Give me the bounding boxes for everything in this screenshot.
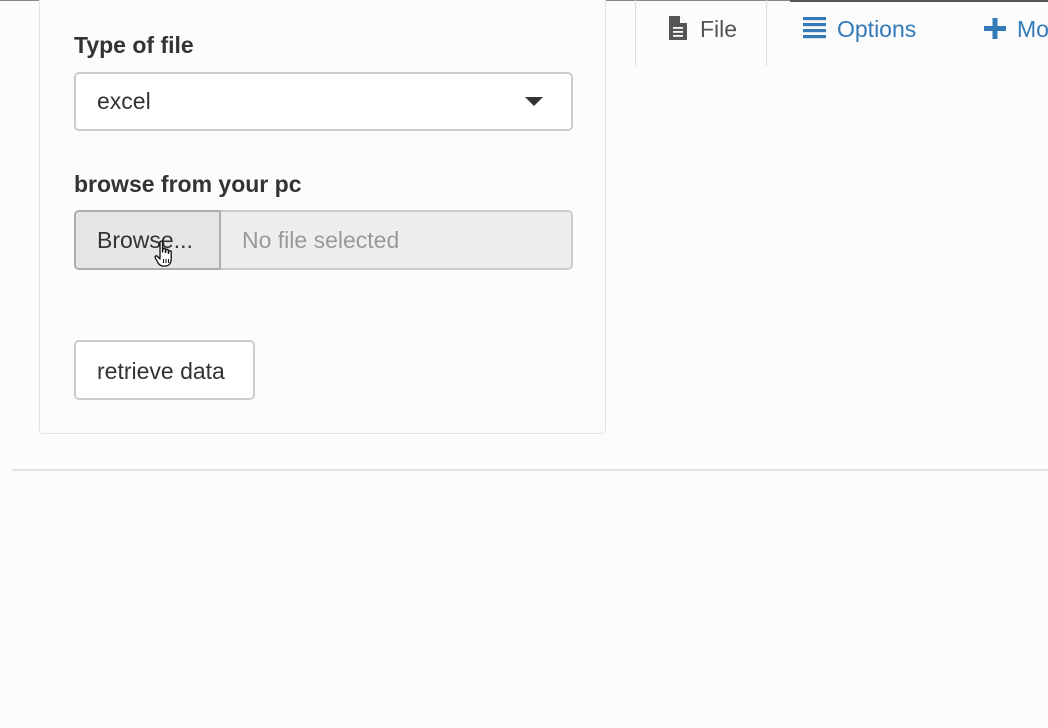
section-divider [12,469,1048,471]
tab-bar: File Options Mo [635,0,1048,66]
file-type-selected-value: excel [97,88,151,114]
plus-icon [984,18,1006,39]
tab-file-label: File [700,16,738,42]
tab-more-label: Mo [1017,16,1048,42]
file-icon [669,16,687,40]
browse-button[interactable]: Browse... [74,210,221,270]
tab-more[interactable]: Mo [967,0,1048,60]
tab-options-label: Options [837,16,917,42]
file-type-label: Type of file [74,32,194,58]
tab-options[interactable]: Options [767,0,967,60]
file-type-select[interactable]: excel [74,72,573,131]
upload-label: browse from your pc [74,171,302,197]
file-upload-group: Browse... No file selected [74,210,573,270]
retrieve-data-button[interactable]: retrieve data [74,340,255,400]
selected-file-placeholder: No file selected [242,227,400,253]
hand-pointer-cursor-icon [154,240,172,267]
caret-down-icon [525,97,543,106]
selected-file-field: No file selected [221,210,573,270]
browse-button-label: Browse... [97,227,193,253]
tab-file[interactable]: File [636,0,767,60]
retrieve-data-label: retrieve data [97,358,225,384]
list-icon [803,17,826,39]
